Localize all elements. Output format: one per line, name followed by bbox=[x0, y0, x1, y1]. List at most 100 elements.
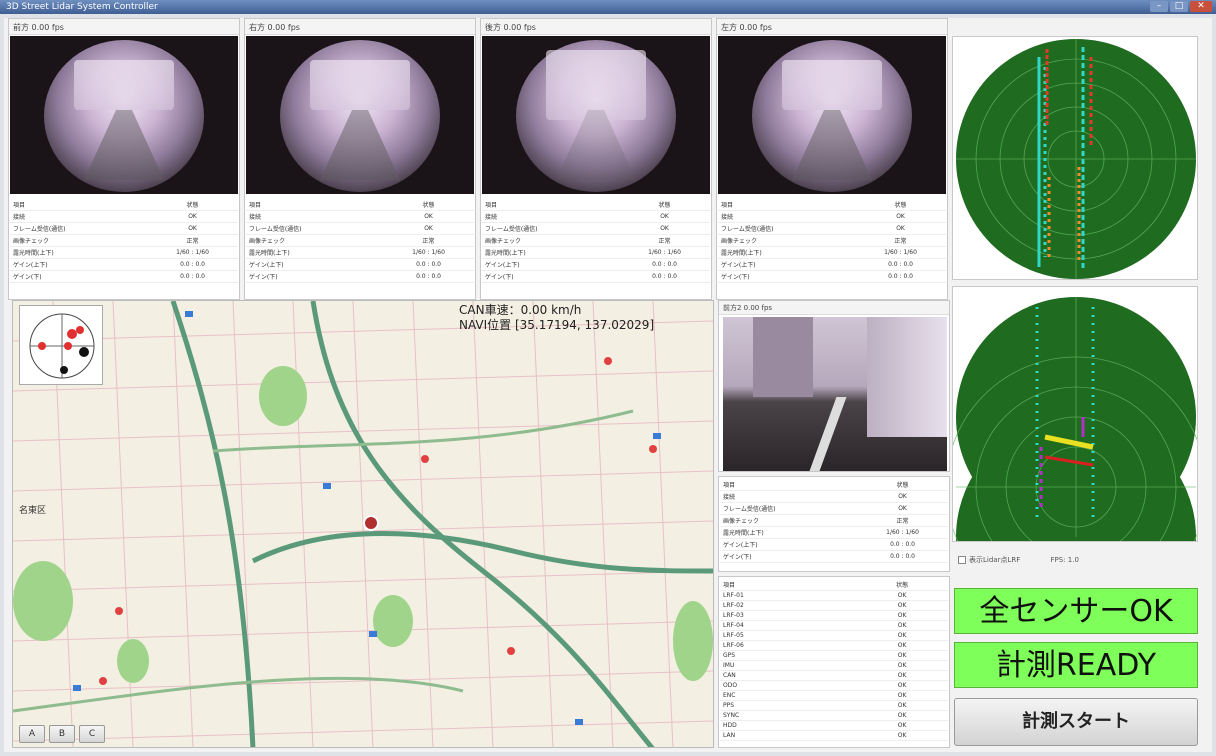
row-label: IMU bbox=[720, 660, 857, 671]
fisheye-image bbox=[516, 40, 676, 192]
camera-label: 前方2 0.00 fps bbox=[719, 301, 949, 315]
map-area-label: 名東区 bbox=[19, 504, 46, 516]
rear-camera-info: 項目 状態 接続 OK フレーム受信(通信) OK 画像チェック 正常 露光時間(上下) 1/60… bbox=[718, 476, 950, 572]
minimize-icon[interactable]: – bbox=[1150, 1, 1168, 12]
row-value: 1/60 : 1/60 bbox=[383, 246, 474, 259]
table-row: ゲイン(上下) 0.0 : 0.0 bbox=[720, 538, 948, 551]
row-label: フレーム受信(通信) bbox=[246, 222, 384, 235]
start-measurement-button[interactable]: 計測スタート bbox=[954, 698, 1198, 746]
row-label: 項目 bbox=[10, 199, 148, 211]
row-value: OK bbox=[856, 640, 948, 651]
table-row: 画像チェック 正常 bbox=[482, 234, 710, 247]
map-button-c[interactable]: C bbox=[79, 725, 105, 743]
row-value: OK bbox=[855, 210, 946, 223]
camera-view[interactable] bbox=[723, 317, 947, 471]
row-value: OK bbox=[856, 690, 948, 701]
row-label: フレーム受信(通信) bbox=[10, 222, 148, 235]
table-row: 画像チェック 正常 bbox=[246, 234, 474, 247]
row-label: 接続 bbox=[720, 490, 858, 503]
row-label: ゲイン(上下) bbox=[718, 258, 856, 271]
camera-view[interactable] bbox=[246, 36, 474, 194]
row-value: 0.0 : 0.0 bbox=[855, 258, 946, 271]
table-row: ゲイン(上下) 0.0 : 0.0 bbox=[246, 258, 474, 271]
row-value: 正常 bbox=[147, 234, 238, 247]
table-row: LRF-02 OK bbox=[720, 600, 948, 611]
camera-view[interactable] bbox=[10, 36, 238, 194]
table-row: 項目 状態 bbox=[720, 479, 948, 491]
table-row: GPS OK bbox=[720, 650, 948, 661]
row-value: OK bbox=[857, 490, 948, 503]
row-value: OK bbox=[856, 720, 948, 731]
row-label: LAN bbox=[720, 730, 857, 741]
row-value: OK bbox=[856, 730, 948, 741]
sensor-status-table: 項目 状態 LRF-01 OK LRF-02 OK LRF-03 OK LRF-04 OK LRF-… bbox=[720, 579, 948, 741]
row-value: 状態 bbox=[855, 199, 946, 211]
client-area: 前方 0.00 fps 項目 状態 接続 OK フレーム受信(通信) OK 画像チェック 正常… bbox=[4, 18, 1212, 752]
table-row: PPS OK bbox=[720, 700, 948, 711]
camera-label: 左方 0.00 fps bbox=[717, 19, 947, 35]
camera-view[interactable] bbox=[718, 36, 946, 194]
table-row: LAN OK bbox=[720, 730, 948, 741]
row-label: 項目 bbox=[720, 479, 858, 491]
row-value: 1/60 : 1/60 bbox=[857, 526, 948, 539]
camera-panel-left: 左方 0.00 fps 項目 状態 接続 OK フレーム受信(通信) OK 画像チェック 正常… bbox=[716, 18, 948, 300]
table-row: CAN OK bbox=[720, 670, 948, 681]
table-row: フレーム受信(通信) OK bbox=[10, 222, 238, 235]
row-value: 正常 bbox=[855, 234, 946, 247]
row-value: 0.0 : 0.0 bbox=[383, 258, 474, 271]
lidar-radar-top[interactable] bbox=[952, 36, 1198, 280]
ready-status-indicator: 計測READY bbox=[954, 642, 1198, 688]
camera-info-table: 項目 状態 接続 OK フレーム受信(通信) OK 画像チェック 正常 露光時間(上下) 1/60… bbox=[718, 199, 946, 283]
fisheye-image bbox=[44, 40, 204, 192]
maximize-icon[interactable]: □ bbox=[1170, 1, 1188, 12]
sensor-status-list[interactable]: 項目 状態 LRF-01 OK LRF-02 OK LRF-03 OK LRF-04 OK LRF-… bbox=[718, 576, 950, 748]
row-label: PPS bbox=[720, 700, 857, 711]
row-label: 露光時間(上下) bbox=[246, 246, 384, 259]
row-label: フレーム受信(通信) bbox=[482, 222, 620, 235]
sensor-status-indicator: 全センサーOK bbox=[954, 588, 1198, 634]
table-row: LRF-04 OK bbox=[720, 620, 948, 631]
row-label: GPS bbox=[720, 650, 857, 661]
row-label: 画像チェック bbox=[720, 514, 858, 527]
table-row: ゲイン(下) 0.0 : 0.0 bbox=[246, 270, 474, 283]
table-row: 画像チェック 正常 bbox=[10, 234, 238, 247]
table-row: ゲイン(下) 0.0 : 0.0 bbox=[10, 270, 238, 283]
checkbox-label: 表示Lidar点LRF bbox=[969, 556, 1021, 564]
row-value: 状態 bbox=[857, 479, 948, 491]
camera-info-table: 項目 状態 接続 OK フレーム受信(通信) OK 画像チェック 正常 露光時間(上下) 1/60… bbox=[246, 199, 474, 283]
camera-view[interactable] bbox=[482, 36, 710, 194]
row-value: 0.0 : 0.0 bbox=[857, 538, 948, 551]
row-label: ゲイン(上下) bbox=[246, 258, 384, 271]
title-bar: 3D Street Lidar System Controller – □ ✕ bbox=[0, 0, 1216, 14]
rear-camera-panel: 前方2 0.00 fps bbox=[718, 300, 950, 472]
row-value: OK bbox=[856, 680, 948, 691]
row-value: OK bbox=[856, 660, 948, 671]
row-value: OK bbox=[619, 210, 710, 223]
navigation-map[interactable]: 名東区 CAN車速：0.00 km/h NAVI位置 [35.17194, 13… bbox=[12, 300, 714, 748]
row-label: ゲイン(下) bbox=[720, 550, 858, 563]
table-row: ゲイン(下) 0.0 : 0.0 bbox=[482, 270, 710, 283]
map-button-a[interactable]: A bbox=[19, 725, 45, 743]
lidar-display-checkbox[interactable] bbox=[958, 556, 966, 564]
table-row: 項目 状態 bbox=[482, 199, 710, 211]
map-button-b[interactable]: B bbox=[49, 725, 75, 743]
row-label: 露光時間(上下) bbox=[718, 246, 856, 259]
row-value: 0.0 : 0.0 bbox=[147, 270, 238, 283]
row-label: ゲイン(下) bbox=[246, 270, 384, 283]
row-value: 状態 bbox=[856, 579, 948, 591]
row-value: 正常 bbox=[857, 514, 948, 527]
camera-label: 前方 0.00 fps bbox=[9, 19, 239, 35]
row-value: 0.0 : 0.0 bbox=[147, 258, 238, 271]
table-row: LRF-01 OK bbox=[720, 590, 948, 601]
table-row: 露光時間(上下) 1/60 : 1/60 bbox=[718, 246, 946, 259]
row-label: 項目 bbox=[246, 199, 384, 211]
table-row: 接続 OK bbox=[10, 210, 238, 223]
row-label: ODO bbox=[720, 680, 857, 691]
table-row: SYNC OK bbox=[720, 710, 948, 721]
row-value: 0.0 : 0.0 bbox=[855, 270, 946, 283]
close-icon[interactable]: ✕ bbox=[1190, 1, 1212, 12]
row-label: フレーム受信(通信) bbox=[718, 222, 856, 235]
table-row: 項目 状態 bbox=[10, 199, 238, 211]
row-value: 1/60 : 1/60 bbox=[619, 246, 710, 259]
lidar-radar-bottom[interactable] bbox=[952, 286, 1198, 542]
